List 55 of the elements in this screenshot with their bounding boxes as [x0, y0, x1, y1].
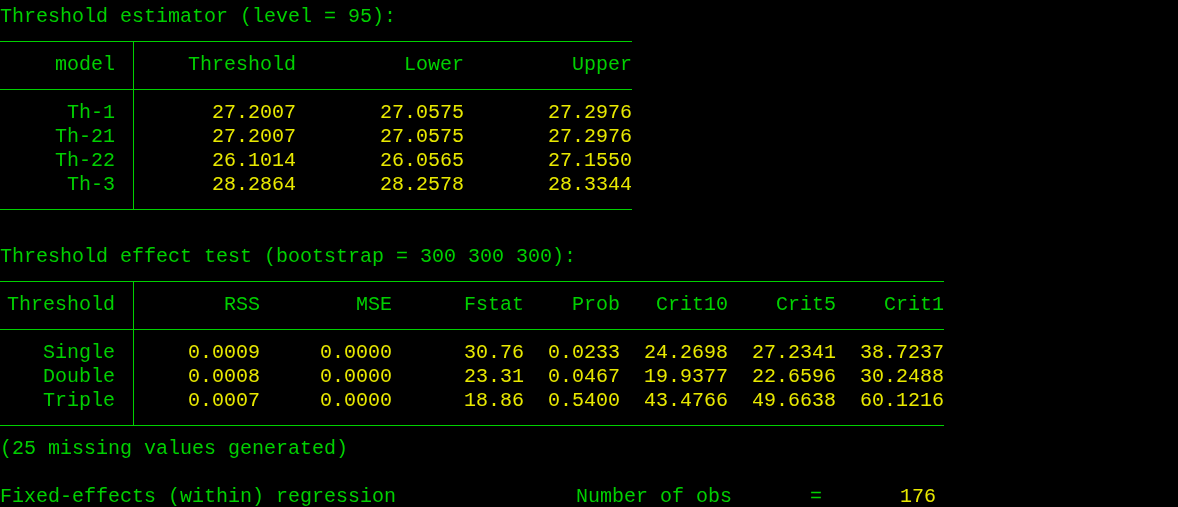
table-cell-text: 27.2007 [211, 101, 296, 125]
table-cell-text: 27.2976 [547, 101, 632, 125]
table-cell-text: 0.0000 [319, 341, 392, 365]
table-cell-text: 38.7237 [859, 341, 944, 365]
column-header: Crit5 [775, 293, 836, 317]
row-label: Th-22 [0, 149, 134, 173]
table-cell-text: 28.2578 [379, 173, 464, 197]
table-cell-text: 30.76 [463, 341, 524, 365]
column-header: Prob [571, 293, 620, 317]
column-header: Threshold [186, 53, 296, 77]
column-header: RSS [223, 293, 260, 317]
table-cell-text: 27.0575 [379, 101, 464, 125]
table-cell-text: 28.2864 [211, 173, 296, 197]
table-cell-text: 26.0565 [379, 149, 464, 173]
table-cell-text: 27.2341 [751, 341, 836, 365]
column-header: Upper [571, 53, 632, 77]
table-cell-text: 60.1216 [859, 389, 944, 413]
table-cell-text: 0.0007 [187, 389, 260, 413]
column-header: Fstat [463, 293, 524, 317]
table-cell-text: 0.0000 [319, 365, 392, 389]
table-cell-text: 27.2007 [211, 125, 296, 149]
section-title: Threshold estimator (level = 95): [0, 5, 397, 29]
table-cell-text: 0.0009 [187, 341, 260, 365]
table-cell-text: 43.4766 [643, 389, 728, 413]
table-cell-text: 26.1014 [211, 149, 296, 173]
table-cell-text: 22.6596 [751, 365, 836, 389]
table-cell-text: 0.0008 [187, 365, 260, 389]
table-cell-text: 27.0575 [379, 125, 464, 149]
table-cell-text: 18.86 [463, 389, 524, 413]
table-cell-text: 27.2976 [547, 125, 632, 149]
table-cell-text: 0.0467 [547, 365, 620, 389]
equals-sign: = [810, 485, 823, 507]
row-label: Th-21 [0, 125, 134, 149]
table-cell-text: 27.1550 [547, 149, 632, 173]
stat-label: Number of obs [576, 485, 734, 507]
table-cell-text: 19.9377 [643, 365, 728, 389]
column-header: MSE [355, 293, 392, 317]
row-label: Single [0, 341, 134, 365]
row-label: Th-1 [0, 101, 134, 125]
column-header: Lower [403, 53, 464, 77]
regression-title: Fixed-effects (within) regression [0, 485, 398, 507]
column-header: Crit10 [655, 293, 728, 317]
table-cell-text: 0.0000 [319, 389, 392, 413]
stat-value: 176 [899, 485, 936, 507]
table-cell-text: 0.0233 [547, 341, 620, 365]
table-cell-text: 0.5400 [547, 389, 620, 413]
section-title: Threshold effect test (bootstrap = 300 300 300): [0, 245, 577, 269]
column-header: Crit1 [883, 293, 944, 317]
status-message: (25 missing values generated) [0, 437, 349, 461]
table-cell-text: 24.2698 [643, 341, 728, 365]
table-cell-text: 49.6638 [751, 389, 836, 413]
row-label: Double [0, 365, 134, 389]
table-cell-text: 30.2488 [859, 365, 944, 389]
table-cell-text: 23.31 [463, 365, 524, 389]
table-cell-text: 28.3344 [547, 173, 632, 197]
